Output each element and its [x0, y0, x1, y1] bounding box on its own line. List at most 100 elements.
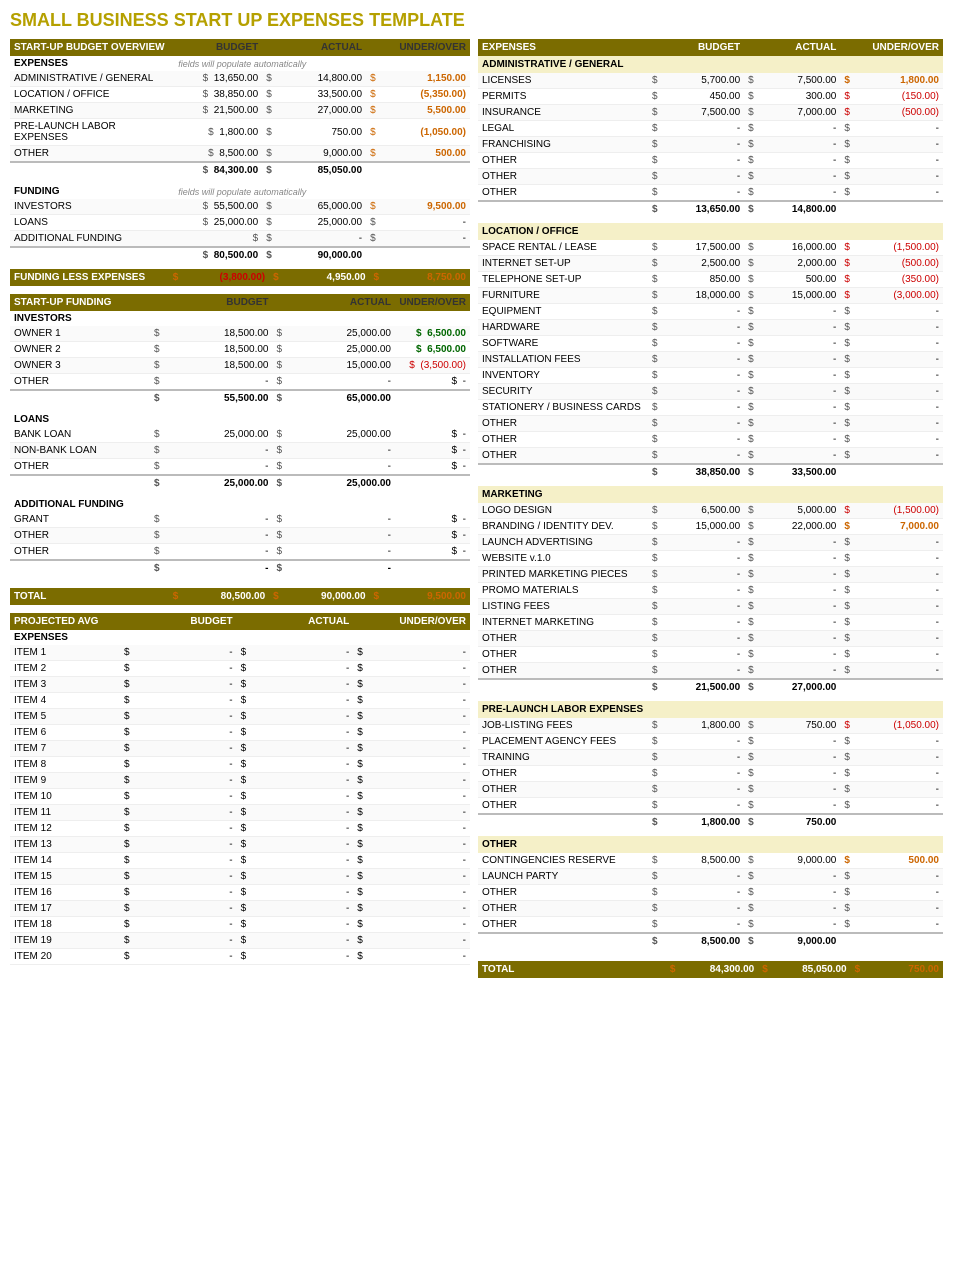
row-actual: - [298, 459, 395, 476]
total-blank [10, 475, 150, 491]
row-label: OTHER [478, 169, 648, 185]
row-label: OTHER [10, 528, 150, 544]
row-under: 9,500.00 [382, 199, 470, 215]
location-total-row: $38,850.00 $33,500.00 [478, 464, 943, 480]
startup-funding-title: START-UP FUNDING [10, 294, 150, 311]
proj-expenses-label: EXPENSES [10, 630, 470, 645]
row-actual: - [298, 374, 395, 391]
row-actual: 14,800.00 [278, 71, 366, 87]
funding-less-budget: (3,800.00) [184, 269, 269, 286]
table-row: INSURANCE $7,500.00 $7,000.00 $(500.00) [478, 105, 943, 121]
spacer [478, 949, 943, 955]
item-label: ITEM 18 [10, 917, 120, 933]
list-item: ITEM 1$-$-$- [10, 645, 470, 661]
table-row: ADMINISTRATIVE / GENERAL $ 13,650.00 $ 1… [10, 71, 470, 87]
table-row: CONTINGENCIES RESERVE $8,500.00 $9,000.0… [478, 853, 943, 869]
item-label: ITEM 16 [10, 885, 120, 901]
row-label: OTHER [478, 432, 648, 448]
row-label: SECURITY [478, 384, 648, 400]
fund-col-under: UNDER/OVER [395, 294, 470, 311]
table-row: PERMITS $450.00 $300.00 $(150.00) [478, 89, 943, 105]
row-label: INTERNET SET-UP [478, 256, 648, 272]
table-row: OTHER $- $- $- [478, 782, 943, 798]
rc-actual-hdr: ACTUAL [744, 39, 840, 56]
investors-label: INVESTORS [10, 311, 470, 326]
row-actual: - [278, 231, 366, 248]
loans-total-actual: 25,000.00 [298, 475, 395, 491]
row-budget: - [175, 528, 272, 544]
row-budget: 18,500.00 [175, 358, 272, 374]
total-under: 9,500.00 [385, 588, 470, 605]
funding-total-budget: $ 80,500.00 [174, 247, 262, 263]
row-under: (5,350.00) [382, 87, 470, 103]
list-item: ITEM 17$-$-$- [10, 901, 470, 917]
expenses-main-header: EXPENSES BUDGET ACTUAL UNDER/OVER [478, 39, 943, 56]
loans-total-budget: 25,000.00 [175, 475, 272, 491]
funding-less-label: FUNDING LESS EXPENSES [10, 269, 169, 286]
table-row: SECURITY $- $- $- [478, 384, 943, 400]
row-label: LOCATION / OFFICE [10, 87, 174, 103]
investors-total-row: $ 55,500.00 $ 65,000.00 [10, 390, 470, 406]
right-total-label: TOTAL [478, 961, 666, 978]
row-under: $ - [395, 443, 470, 459]
list-item: ITEM 18$-$-$- [10, 917, 470, 933]
item-label: ITEM 2 [10, 661, 120, 677]
row-label: OTHER [478, 917, 648, 934]
table-row: INSTALLATION FEES $- $- $- [478, 352, 943, 368]
item-label: ITEM 15 [10, 869, 120, 885]
item-label: ITEM 4 [10, 693, 120, 709]
funding-less-under: 8,750.00 [385, 269, 470, 286]
row-budget: 18,500.00 [175, 326, 272, 342]
expenses-label: EXPENSES [10, 56, 174, 71]
table-row: HARDWARE $- $- $- [478, 320, 943, 336]
expenses-total-actual: 85,050.00 [278, 162, 366, 178]
row-label: PROMO MATERIALS [478, 583, 648, 599]
table-row: MARKETING $ 21,500.00 $ 27,000.00 $ 5,50… [10, 103, 470, 119]
row-under: $ (3,500.00) [395, 358, 470, 374]
expenses-table: EXPENSES BUDGET ACTUAL UNDER/OVER ADMINI… [478, 39, 943, 955]
admin-label: ADMINISTRATIVE / GENERAL [478, 56, 943, 73]
table-row: OTHER $- $- $- [478, 798, 943, 815]
other-sub-header: OTHER [478, 836, 943, 853]
row-label: INSTALLATION FEES [478, 352, 648, 368]
table-row: LICENSES $5,700.00 $7,500.00 $1,800.00 [478, 73, 943, 89]
row-label: TELEPHONE SET-UP [478, 272, 648, 288]
table-row: STATIONERY / BUSINESS CARDS $- $- $- [478, 400, 943, 416]
item-label: ITEM 6 [10, 725, 120, 741]
table-row: OTHER $ - $ - $ - [10, 528, 470, 544]
table-row: PRE-LAUNCH LABOR EXPENSES $ 1,800.00 $ 7… [10, 119, 470, 146]
investors-total-actual: 65,000.00 [298, 390, 395, 406]
row-label: INSURANCE [478, 105, 648, 121]
admin-sub-header: ADMINISTRATIVE / GENERAL [478, 56, 943, 73]
table-row: TELEPHONE SET-UP $850.00 $500.00 $(350.0… [478, 272, 943, 288]
proj-expenses-text: EXPENSES [10, 630, 470, 645]
table-row: PRINTED MARKETING PIECES $- $- $- [478, 567, 943, 583]
startup-budget-table: START-UP BUDGET OVERVIEW BUDGET ACTUAL U… [10, 39, 470, 263]
marketing-label: MARKETING [478, 486, 943, 503]
list-item: ITEM 7$-$-$- [10, 741, 470, 757]
row-label: OTHER [478, 448, 648, 465]
table-row: OTHER $- $- $- [478, 631, 943, 647]
table-row: OTHER $- $- $- [478, 448, 943, 465]
row-under: 1,150.00 [382, 71, 470, 87]
item-label: ITEM 9 [10, 773, 120, 789]
row-budget: $ 13,650.00 [174, 71, 262, 87]
right-total-actual: 85,050.00 [773, 961, 850, 978]
item-label: ITEM 12 [10, 821, 120, 837]
row-label: FURNITURE [478, 288, 648, 304]
total-actual: 90,000.00 [285, 588, 370, 605]
table-row: INTERNET MARKETING $- $- $- [478, 615, 943, 631]
page-title: SMALL BUSINESS START UP EXPENSES TEMPLAT… [10, 10, 943, 31]
row-label: LICENSES [478, 73, 648, 89]
rc-budget-hdr: BUDGET [648, 39, 744, 56]
row-label: NON-BANK LOAN [10, 443, 150, 459]
list-item: ITEM 12$-$-$- [10, 821, 470, 837]
loans-sub-header: LOANS [10, 412, 470, 427]
proj-under-hdr: UNDER/OVER [353, 613, 470, 630]
funding-less-table: FUNDING LESS EXPENSES $ (3,800.00) $ 4,9… [10, 269, 470, 286]
table-row: INVESTORS $ 55,500.00 $ 65,000.00 $ 9,50… [10, 199, 470, 215]
table-row: OTHER $- $- $- [478, 885, 943, 901]
row-label: OTHER [478, 901, 648, 917]
row-actual: 9,000.00 [278, 146, 366, 163]
row-budget: $ 21,500.00 [174, 103, 262, 119]
